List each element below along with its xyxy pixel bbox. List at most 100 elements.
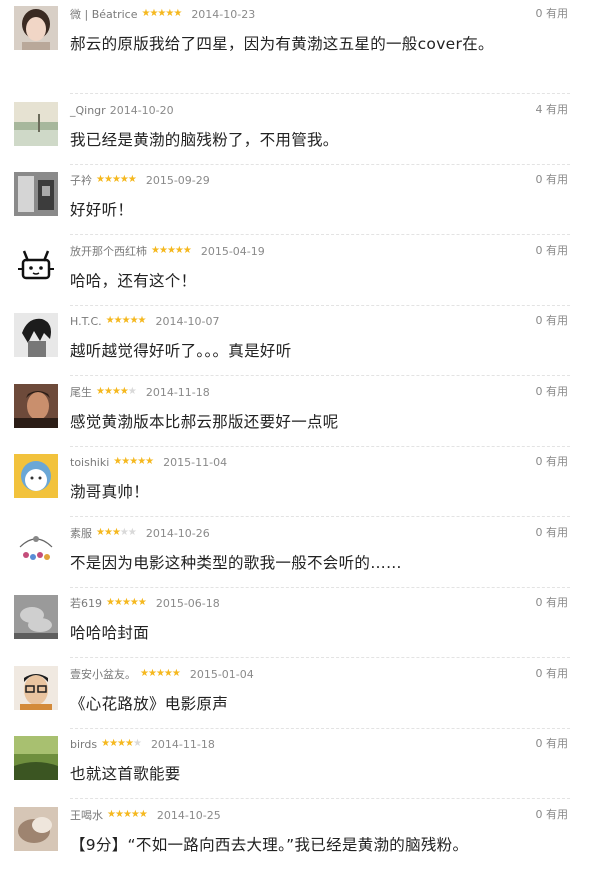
comment-divider bbox=[70, 93, 570, 94]
username-link[interactable]: 微 | Béatrice bbox=[70, 6, 137, 22]
star-filled-icon: ★ bbox=[122, 809, 132, 820]
man-portrait-avatar[interactable] bbox=[14, 384, 58, 428]
comment-text: 渤哥真帅！ bbox=[70, 483, 150, 501]
username-link[interactable]: H.T.C. bbox=[70, 315, 102, 328]
star-filled-icon: ★ bbox=[137, 597, 147, 608]
girl-portrait-avatar[interactable] bbox=[14, 6, 58, 50]
star-filled-icon: ★ bbox=[121, 456, 130, 467]
comment-date: 2014-11-18 bbox=[150, 737, 215, 751]
blurred-photo-avatar[interactable] bbox=[14, 807, 58, 851]
username-link[interactable]: _Qingr bbox=[70, 104, 106, 117]
comment-date: 2014-10-20 bbox=[109, 103, 174, 117]
star-filled-icon: ★ bbox=[103, 527, 113, 538]
comment-text: 好好听！ bbox=[70, 201, 134, 219]
doodle-avatar[interactable] bbox=[14, 525, 58, 569]
useful-count: 0 bbox=[535, 455, 543, 468]
useful-vote-button[interactable]: 0 有用 bbox=[536, 525, 569, 541]
cartoon-face-avatar[interactable] bbox=[14, 454, 58, 498]
useful-label: 有用 bbox=[546, 737, 568, 750]
comment-date: 2014-10-23 bbox=[191, 7, 256, 21]
grass-field-avatar[interactable] bbox=[14, 736, 58, 780]
star-filled-icon: ★ bbox=[117, 738, 126, 749]
room-photo-avatar[interactable] bbox=[14, 172, 58, 216]
star-empty-icon: ★ bbox=[132, 738, 142, 749]
useful-vote-button[interactable]: 0 有用 bbox=[536, 243, 569, 259]
star-filled-icon: ★ bbox=[111, 174, 121, 185]
comment-divider bbox=[70, 446, 570, 447]
comment-date: 2014-10-25 bbox=[156, 808, 221, 822]
comment-meta: 素服 ★ ★ ★ ★ ★ 2014-10-26 bbox=[70, 525, 210, 541]
comment-list: 微 | Béatrice ★ ★ ★ ★ ★ 2014-10-23 0 有用 郝云的原版我给了四… bbox=[0, 0, 605, 882]
star-filled-icon: ★ bbox=[166, 245, 176, 256]
star-filled-icon: ★ bbox=[138, 809, 148, 820]
useful-vote-button[interactable]: 0 有用 bbox=[536, 666, 569, 682]
useful-count: 0 bbox=[535, 244, 543, 257]
star-empty-icon: ★ bbox=[119, 527, 129, 538]
star-filled-icon: ★ bbox=[113, 597, 123, 608]
star-filled-icon: ★ bbox=[130, 809, 140, 820]
comment-meta: 放开那个西红柿 ★ ★ ★ ★ ★ 2015-04-19 bbox=[70, 243, 265, 259]
useful-vote-button[interactable]: 0 有用 bbox=[536, 172, 569, 188]
glasses-man-avatar[interactable] bbox=[14, 666, 58, 710]
useful-vote-button[interactable]: 0 有用 bbox=[536, 454, 569, 470]
comment-meta: 尾生 ★ ★ ★ ★ ★ 2014-11-18 bbox=[70, 384, 210, 400]
star-filled-icon: ★ bbox=[149, 8, 158, 19]
star-filled-icon: ★ bbox=[121, 315, 131, 326]
useful-vote-button[interactable]: 4 有用 bbox=[536, 102, 569, 118]
username-link[interactable]: 若619 bbox=[70, 595, 102, 611]
useful-label: 有用 bbox=[546, 667, 568, 680]
useful-vote-button[interactable]: 0 有用 bbox=[536, 313, 569, 329]
useful-vote-button[interactable]: 0 有用 bbox=[536, 807, 569, 823]
star-filled-icon: ★ bbox=[155, 668, 165, 679]
star-filled-icon: ★ bbox=[151, 245, 160, 256]
star-filled-icon: ★ bbox=[111, 386, 121, 397]
comment-meta: H.T.C. ★ ★ ★ ★ ★ 2014-10-07 bbox=[70, 313, 219, 329]
rating-stars: ★ ★ ★ ★ ★ bbox=[106, 597, 147, 608]
comment-date: 2015-04-19 bbox=[200, 244, 265, 258]
star-filled-icon: ★ bbox=[127, 174, 137, 185]
username-link[interactable]: 子衿 bbox=[70, 172, 92, 188]
username-link[interactable]: 尾生 bbox=[70, 384, 92, 400]
star-filled-icon: ★ bbox=[174, 245, 184, 256]
useful-vote-button[interactable]: 0 有用 bbox=[536, 595, 569, 611]
anime-character-avatar[interactable] bbox=[14, 313, 58, 357]
hands-photo-avatar[interactable] bbox=[14, 595, 58, 639]
useful-vote-button[interactable]: 0 有用 bbox=[536, 6, 569, 22]
useful-label: 有用 bbox=[546, 385, 568, 398]
useful-label: 有用 bbox=[546, 314, 568, 327]
useful-vote-button[interactable]: 0 有用 bbox=[536, 736, 569, 752]
star-empty-icon: ★ bbox=[127, 527, 137, 538]
username-link[interactable]: 素服 bbox=[70, 525, 92, 541]
useful-label: 有用 bbox=[546, 103, 568, 116]
star-filled-icon: ★ bbox=[101, 738, 110, 749]
comment-date: 2014-10-07 bbox=[155, 314, 220, 328]
comment-divider bbox=[70, 375, 570, 376]
cartoon-rabbit-avatar[interactable] bbox=[14, 243, 58, 287]
star-filled-icon: ★ bbox=[129, 597, 139, 608]
star-filled-icon: ★ bbox=[165, 8, 174, 19]
username-link[interactable]: toishiki bbox=[70, 456, 109, 469]
star-filled-icon: ★ bbox=[157, 8, 166, 19]
star-filled-icon: ★ bbox=[113, 315, 123, 326]
username-link[interactable]: 放开那个西红柿 bbox=[70, 243, 147, 259]
useful-label: 有用 bbox=[546, 808, 568, 821]
username-link[interactable]: 王喝水 bbox=[70, 807, 103, 823]
comment-meta: toishiki ★ ★ ★ ★ ★ 2015-11-04 bbox=[70, 454, 227, 470]
rating-stars: ★ ★ ★ ★ ★ bbox=[141, 8, 182, 19]
rating-stars: ★ ★ ★ ★ ★ bbox=[107, 809, 148, 820]
username-link[interactable]: birds bbox=[70, 738, 97, 751]
comment-meta: 王喝水 ★ ★ ★ ★ ★ 2014-10-25 bbox=[70, 807, 221, 823]
rating-stars: ★ ★ ★ ★ ★ bbox=[96, 527, 137, 538]
comment-meta: 子衿 ★ ★ ★ ★ ★ 2015-09-29 bbox=[70, 172, 210, 188]
beach-photo-avatar[interactable] bbox=[14, 102, 58, 146]
star-filled-icon: ★ bbox=[105, 315, 115, 326]
comment-meta: birds ★ ★ ★ ★ ★ 2014-11-18 bbox=[70, 736, 215, 752]
useful-vote-button[interactable]: 0 有用 bbox=[536, 384, 569, 400]
comment-date: 2014-11-18 bbox=[145, 385, 210, 399]
star-filled-icon: ★ bbox=[173, 8, 182, 19]
comment-text: 越听越觉得好听了。。。真是好听 bbox=[70, 342, 292, 360]
username-link[interactable]: 壹安小盆友。 bbox=[70, 666, 136, 682]
comment-text: 也就这首歌能要 bbox=[70, 765, 181, 783]
useful-label: 有用 bbox=[546, 244, 568, 257]
star-filled-icon: ★ bbox=[106, 597, 115, 608]
